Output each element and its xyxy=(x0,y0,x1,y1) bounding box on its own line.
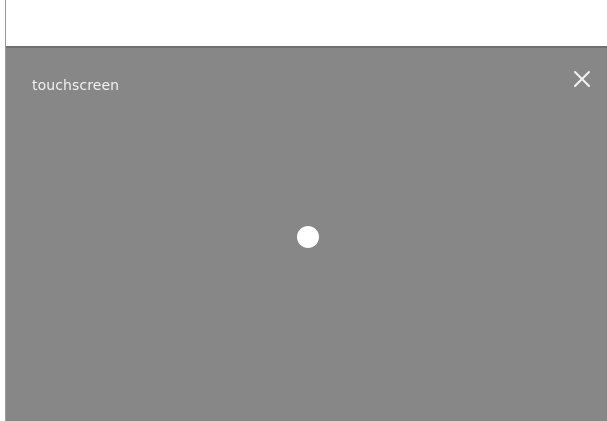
touchscreen-panel[interactable]: touchscreen xyxy=(6,46,607,421)
page: touchscreen xyxy=(0,0,607,421)
close-button[interactable] xyxy=(571,68,593,90)
panel-title: touchscreen xyxy=(32,78,120,94)
touch-point-dot[interactable] xyxy=(297,226,319,248)
close-icon xyxy=(574,71,590,87)
